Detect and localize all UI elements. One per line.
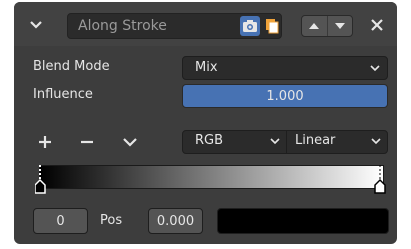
- blend-mode-value: Mix: [195, 60, 218, 75]
- stop-handle-icon: [34, 165, 46, 194]
- color-stop-start[interactable]: [34, 165, 47, 201]
- stop-handle-icon: [374, 165, 386, 194]
- triangle-up-icon: [309, 23, 320, 29]
- active-stop-index-value: 0: [56, 213, 65, 229]
- ramp-mode-group: RGB Linear: [182, 130, 388, 154]
- panel-header: Along Stroke: [14, 2, 397, 46]
- chevron-down-icon: [370, 65, 380, 72]
- chevron-down-icon: [123, 138, 137, 147]
- color-modifier-panel: Along Stroke Blend Mode Mix Influence 1.…: [14, 2, 397, 244]
- copy-toggle[interactable]: [262, 16, 282, 36]
- influence-value: 1.000: [266, 88, 304, 104]
- chevron-down-icon: [270, 138, 280, 145]
- interpolation-dropdown[interactable]: Linear: [287, 130, 388, 154]
- render-toggle[interactable]: [240, 16, 260, 36]
- camera-icon: [243, 20, 257, 32]
- blend-mode-dropdown[interactable]: Mix: [182, 56, 388, 80]
- color-ramp-gradient[interactable]: [39, 165, 384, 189]
- copy-icon: [266, 19, 279, 34]
- interpolation-value: Linear: [295, 133, 336, 148]
- influence-label: Influence: [33, 87, 93, 102]
- minus-icon: [81, 140, 93, 144]
- move-down-button[interactable]: [328, 16, 353, 36]
- color-mode-dropdown[interactable]: RGB: [183, 130, 287, 154]
- ramp-menu-button[interactable]: [118, 130, 142, 154]
- triangle-down-icon: [334, 23, 345, 29]
- chevron-down-icon: [371, 138, 381, 145]
- chevron-down-icon: [30, 21, 42, 29]
- collapse-toggle[interactable]: [26, 15, 46, 35]
- stop-position-value: 0.000: [156, 213, 195, 229]
- remove-stop-button[interactable]: [75, 130, 99, 154]
- close-icon: [371, 19, 383, 31]
- influence-slider[interactable]: 1.000: [182, 84, 388, 108]
- add-stop-button[interactable]: [33, 130, 57, 154]
- active-stop-index[interactable]: 0: [33, 208, 88, 234]
- remove-modifier-button[interactable]: [366, 14, 388, 36]
- blend-mode-label: Blend Mode: [33, 59, 110, 74]
- plus-icon: [39, 136, 51, 148]
- modifier-name-text: Along Stroke: [78, 18, 167, 34]
- move-updown-buttons: [301, 15, 353, 37]
- stop-position-field[interactable]: 0.000: [148, 208, 203, 234]
- pos-label: Pos: [100, 213, 123, 228]
- move-up-button[interactable]: [302, 16, 328, 36]
- color-mode-value: RGB: [195, 133, 224, 148]
- stop-color-swatch[interactable]: [217, 208, 389, 234]
- color-stop-end[interactable]: [374, 165, 386, 201]
